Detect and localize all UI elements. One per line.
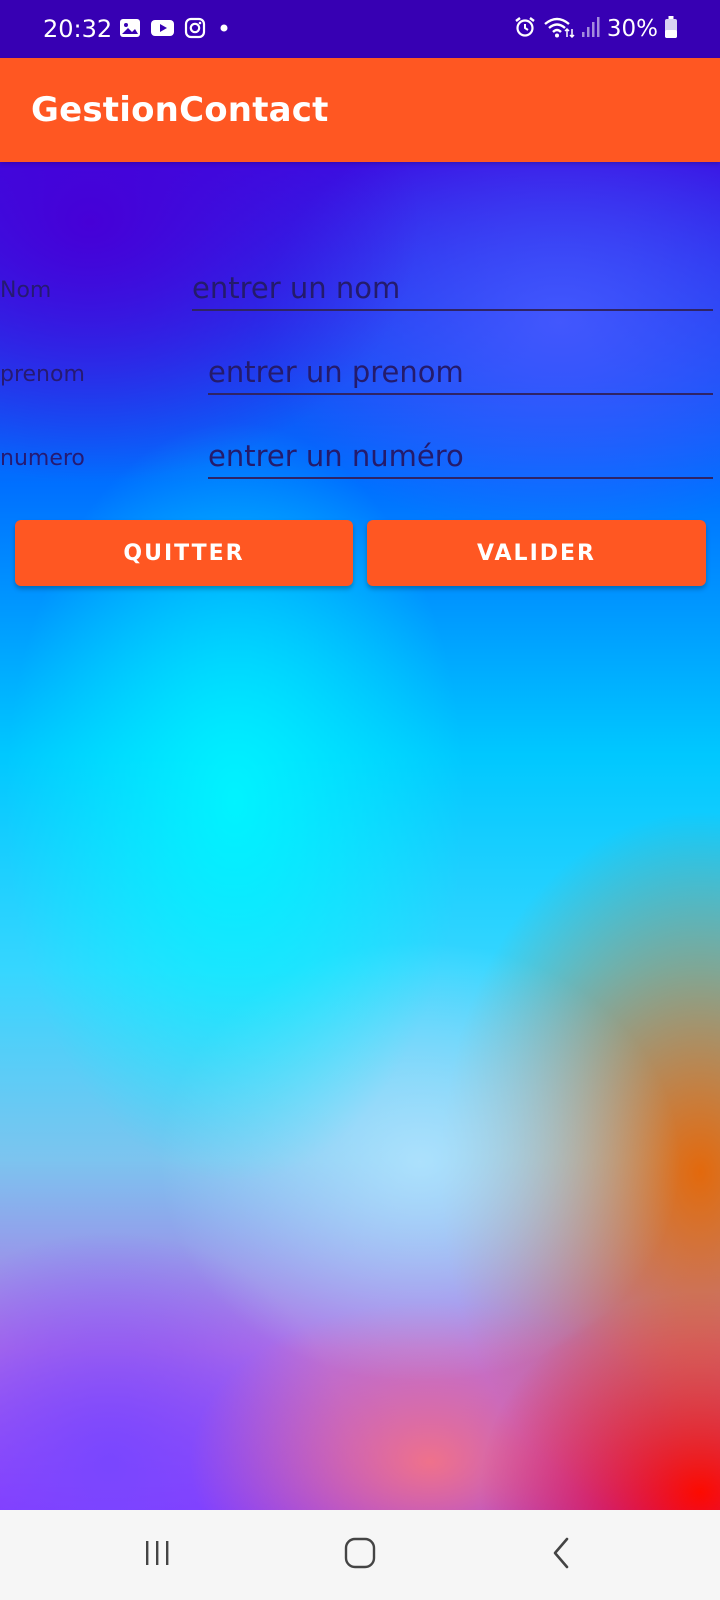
app-title: GestionContact	[31, 90, 329, 130]
contact-form-screen: Nom prenom numero QUITTER VALIDER	[0, 162, 720, 1510]
home-button[interactable]	[330, 1530, 390, 1580]
numero-input[interactable]	[208, 435, 713, 479]
status-time: 20:32	[43, 15, 113, 43]
battery-percentage: 30%	[606, 16, 658, 42]
back-button[interactable]	[531, 1530, 591, 1580]
instagram-icon	[184, 17, 206, 43]
status-system-icons: 30%	[513, 14, 678, 44]
youtube-icon	[150, 17, 175, 43]
numero-label: numero	[0, 446, 85, 471]
validate-button[interactable]: VALIDER	[367, 520, 706, 586]
app-bar: GestionContact	[0, 58, 720, 162]
prenom-label: prenom	[0, 362, 85, 387]
status-bar: 20:32 30%	[0, 0, 720, 58]
alarm-icon	[513, 15, 537, 43]
home-icon	[343, 1536, 377, 1574]
nom-field-row: Nom	[0, 264, 720, 324]
numero-field-row: numero	[0, 432, 720, 492]
quit-button[interactable]: QUITTER	[15, 520, 353, 586]
navigation-bar	[0, 1510, 720, 1600]
phone-screen: 20:32 30% GestionContact Nom entrer un n…	[0, 0, 720, 1600]
prenom-input[interactable]	[208, 351, 713, 395]
recents-button[interactable]	[128, 1530, 188, 1580]
dot-icon	[215, 17, 233, 43]
battery-icon	[664, 15, 678, 43]
image-icon	[119, 17, 141, 43]
form-actions: QUITTER VALIDER	[15, 520, 706, 586]
signal-icon	[581, 15, 601, 43]
nom-input[interactable]	[192, 267, 713, 311]
recents-icon	[143, 1539, 173, 1571]
prenom-field-row: prenom	[0, 348, 720, 408]
wifi-icon	[543, 15, 575, 43]
status-notification-icons	[119, 17, 233, 43]
back-icon	[548, 1536, 574, 1574]
nom-label: Nom	[0, 278, 52, 303]
